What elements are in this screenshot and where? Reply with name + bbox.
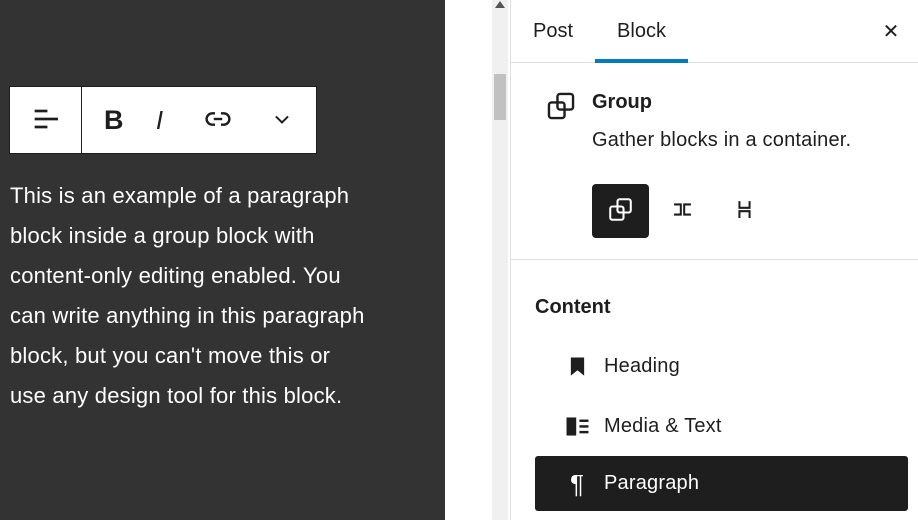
- vertical-scrollbar[interactable]: [492, 0, 508, 520]
- variation-stack-button[interactable]: [716, 184, 773, 238]
- editor-canvas-group-block: B I: [0, 0, 445, 520]
- content-item-media-text[interactable]: Media & Text: [535, 406, 908, 446]
- content-section: Content Heading: [511, 260, 918, 511]
- group-variation-icon: [606, 195, 635, 227]
- close-icon: ✕: [883, 19, 900, 44]
- content-item-label: Media & Text: [604, 415, 722, 438]
- toolbar-segment-align: [10, 87, 82, 153]
- variation-row-button[interactable]: [654, 184, 711, 238]
- paragraph-line: This is an example of a paragraph: [10, 176, 440, 216]
- media-text-block-icon: [561, 411, 593, 442]
- close-sidebar-button[interactable]: ✕: [872, 12, 910, 50]
- paragraph-block-text[interactable]: This is an example of a paragraph block …: [10, 176, 440, 416]
- content-section-heading: Content: [535, 296, 908, 319]
- link-button[interactable]: [200, 101, 236, 140]
- variation-group-button[interactable]: [592, 184, 649, 238]
- align-text-left-icon: [29, 102, 63, 139]
- bold-button[interactable]: B: [104, 107, 124, 134]
- block-variations: [592, 184, 851, 238]
- stack-variation-icon: [731, 196, 758, 226]
- scrollbar-up-arrow-icon[interactable]: [495, 1, 505, 8]
- block-info-main: Group Gather blocks in a container.: [592, 88, 851, 238]
- paragraph-line: can write anything in this paragraph: [10, 296, 440, 336]
- row-variation-icon: [669, 196, 696, 226]
- scrollbar-thumb[interactable]: [494, 74, 506, 120]
- content-item-paragraph-selected[interactable]: ¶ Paragraph: [535, 456, 908, 511]
- block-info-card: Group Gather blocks in a container.: [511, 63, 918, 238]
- content-item-label: Paragraph: [604, 472, 699, 495]
- chevron-down-icon: [268, 105, 296, 136]
- block-editor-screen: B I: [0, 0, 918, 520]
- paragraph-line: block, but you can't move this or: [10, 336, 440, 376]
- group-block-icon: [544, 89, 578, 238]
- tab-post[interactable]: Post: [511, 0, 595, 62]
- content-item-heading[interactable]: Heading: [535, 346, 908, 386]
- heading-block-icon: [561, 352, 593, 381]
- tab-block-label: Block: [617, 20, 666, 43]
- italic-button[interactable]: I: [156, 107, 167, 133]
- block-title: Group: [592, 91, 851, 114]
- align-text-button[interactable]: [29, 102, 63, 139]
- active-tab-indicator: [595, 59, 688, 63]
- tab-block[interactable]: Block: [595, 0, 688, 62]
- paragraph-line: block inside a group block with: [10, 216, 440, 256]
- paragraph-block-icon: ¶: [561, 471, 593, 497]
- block-toolbar: B I: [9, 86, 317, 154]
- content-item-label: Heading: [604, 355, 680, 378]
- block-description: Gather blocks in a container.: [592, 129, 851, 152]
- paragraph-line: content-only editing enabled. You: [10, 256, 440, 296]
- settings-sidebar: Post Block ✕ Group Gather blocks in a co…: [510, 0, 918, 520]
- toolbar-more-button[interactable]: [268, 105, 296, 136]
- toolbar-segment-formatting: B I: [82, 87, 316, 153]
- paragraph-line: use any design tool for this block.: [10, 376, 440, 416]
- link-icon: [200, 101, 236, 140]
- sidebar-tabs-bar: Post Block ✕: [511, 0, 918, 63]
